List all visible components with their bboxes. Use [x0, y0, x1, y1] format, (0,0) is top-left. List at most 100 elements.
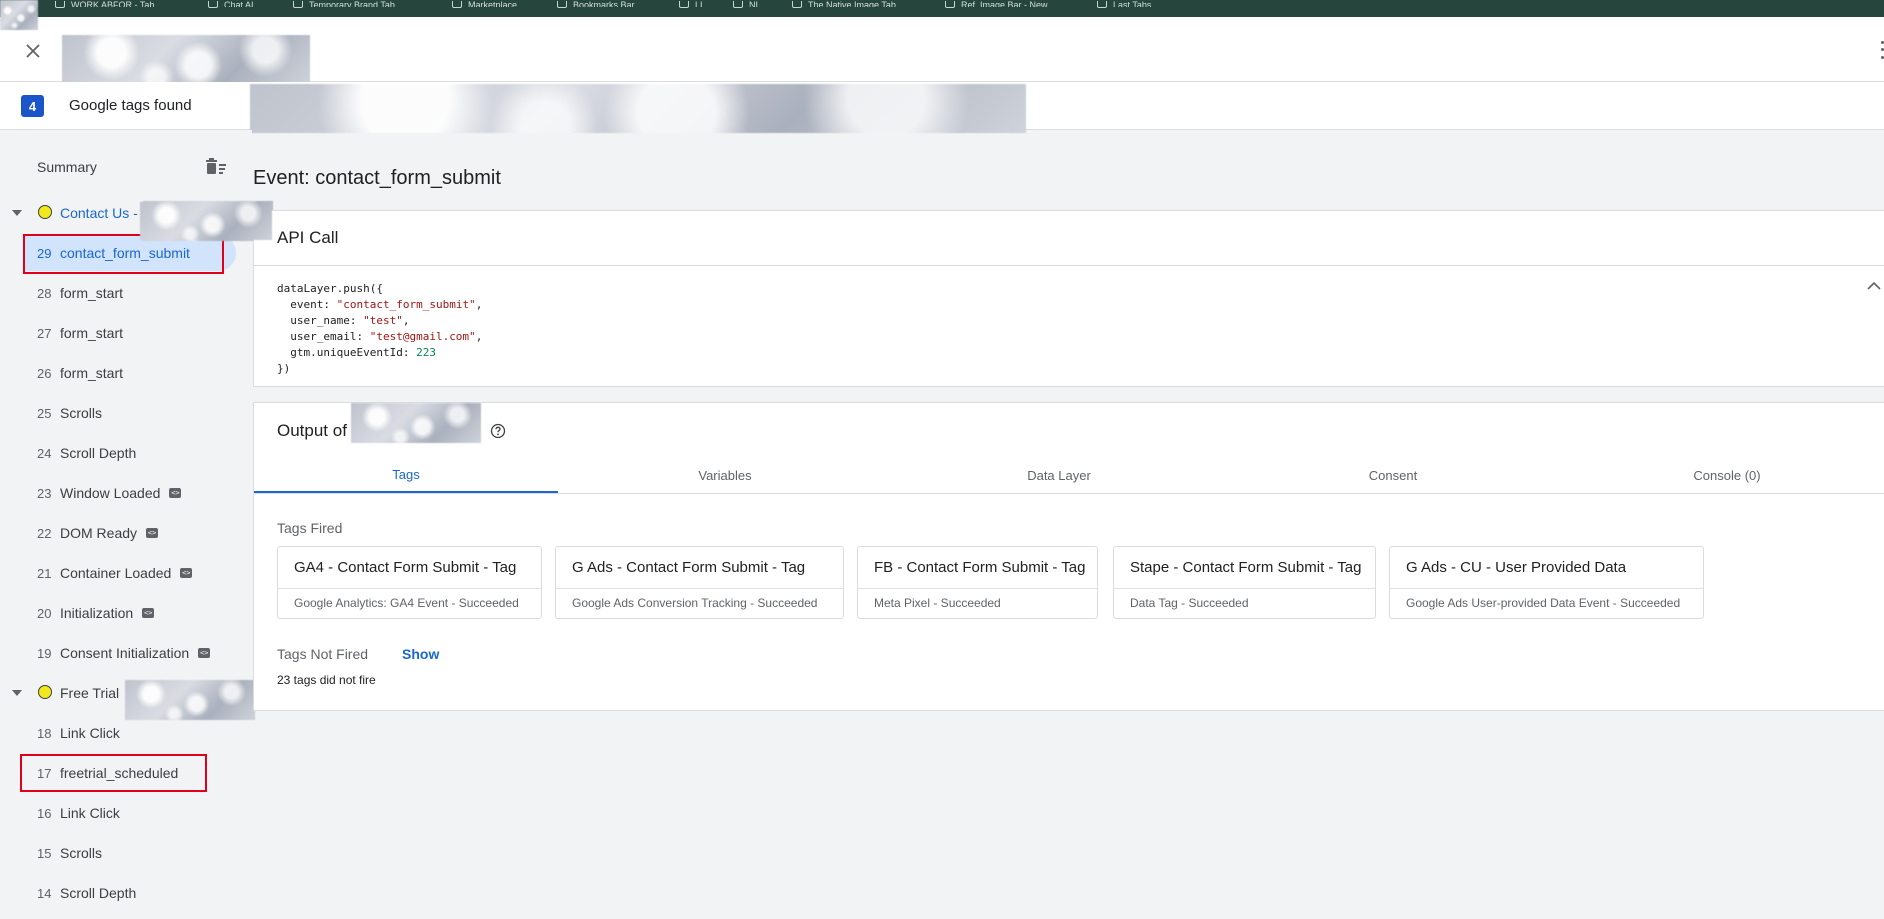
bookmark-item[interactable]: Bookmarks Bar — [557, 0, 635, 8]
event-row[interactable]: 20 Initialization <> — [24, 595, 236, 631]
tag-count-badge[interactable]: 4 — [21, 95, 44, 117]
help-icon[interactable] — [490, 423, 506, 439]
bookmark-item[interactable]: NI — [733, 0, 758, 8]
event-row[interactable]: 15 Scrolls — [24, 835, 236, 871]
event-row[interactable]: 25 Scrolls — [24, 395, 236, 431]
code-key: event: — [277, 298, 337, 311]
code-value: "contact_form_submit" — [336, 298, 476, 311]
tag-status: Google Ads Conversion Tracking - Succeed… — [572, 596, 818, 610]
close-button[interactable] — [22, 40, 44, 62]
event-row[interactable]: 19 Consent Initialization <> — [24, 635, 236, 671]
code-close: }) — [277, 362, 291, 375]
redacted-container-id — [351, 403, 481, 443]
divider — [254, 265, 1884, 266]
event-name: form_start — [60, 325, 124, 341]
bookmark-item[interactable]: Temporary Brand Tab — [293, 0, 395, 8]
bookmark-label: Temporary Brand Tab — [309, 1, 395, 7]
event-name: Scrolls — [60, 845, 103, 861]
bookmark-label: Ref. Image Bar - New — [961, 1, 1048, 7]
tags-fired-label: Tags Fired — [277, 520, 343, 536]
api-code-icon: <> — [198, 648, 211, 658]
event-name: contact_form_submit — [60, 245, 190, 261]
tab-console-0[interactable]: Console (0) — [1560, 457, 1884, 493]
code-punct: , — [475, 298, 483, 311]
event-row[interactable]: 14 Scroll Depth — [24, 875, 236, 911]
tab-variables[interactable]: Variables — [558, 457, 892, 493]
event-name: DOM Ready — [60, 525, 138, 541]
event-name: Scrolls — [60, 405, 103, 421]
tag-card[interactable]: Stape - Contact Form Submit - Tag Data Ta… — [1113, 546, 1376, 619]
summary-link[interactable]: Summary — [37, 159, 97, 175]
tag-name: Stape - Contact Form Submit - Tag — [1130, 559, 1362, 576]
bookmark-item[interactable]: Chat AI — [208, 0, 254, 8]
event-row[interactable]: 24 Scroll Depth — [24, 435, 236, 471]
bookmark-item[interactable]: The Native Image Tab — [792, 0, 896, 8]
api-call-card: API Call dataLayer.push({ event: "contac… — [253, 210, 1884, 387]
output-card: Output of Tags Variables Data Layer Consent… — [253, 402, 1884, 711]
event-number: 25 — [37, 405, 52, 421]
event-row[interactable]: 28 form_start — [24, 275, 236, 311]
folder-icon — [452, 0, 462, 8]
folder-icon — [557, 0, 567, 8]
tags-found-label[interactable]: Google tags found — [69, 97, 192, 114]
event-row[interactable]: 23 Window Loaded <> — [24, 475, 236, 511]
bookmark-item[interactable]: Last Tabs — [1097, 0, 1151, 8]
bookmark-item[interactable]: WORK ABFOR - Tab — [55, 0, 154, 8]
folder-icon — [1097, 0, 1107, 8]
bookmark-item[interactable]: Ref. Image Bar - New — [945, 0, 1048, 8]
event-row[interactable]: 18 Link Click — [24, 715, 236, 751]
tag-card[interactable]: GA4 - Contact Form Submit - Tag Google An… — [277, 546, 542, 619]
event-row[interactable]: 26 form_start — [24, 355, 236, 391]
container-status-dot — [38, 685, 52, 699]
bookmark-label: The Native Image Tab — [808, 1, 896, 7]
bookmark-label: Bookmarks Bar — [573, 1, 635, 7]
output-title: Output of — [277, 421, 347, 440]
chevron-up-icon[interactable] — [1867, 281, 1881, 291]
event-number: 14 — [37, 885, 52, 901]
bookmark-label: Last Tabs — [1113, 1, 1152, 7]
event-row[interactable]: 21 Container Loaded <> — [24, 555, 236, 591]
divider — [1114, 588, 1375, 589]
divider — [278, 588, 541, 589]
event-row[interactable]: 27 form_start — [24, 315, 236, 351]
event-name: Container Loaded — [60, 565, 172, 581]
event-number: 16 — [37, 805, 52, 821]
redacted-corner — [0, 0, 38, 30]
event-name: form_start — [60, 365, 124, 381]
tags-found-bar: 4 Google tags found — [0, 82, 1884, 133]
event-name: Initialization — [60, 605, 134, 621]
more-vert-icon[interactable] — [1878, 39, 1884, 61]
tab-tags[interactable]: Tags — [254, 457, 558, 493]
bookmark-item[interactable]: Marketplace — [452, 0, 517, 8]
bookmark-label: NI — [749, 1, 758, 7]
api-code-icon: <> — [180, 568, 193, 578]
close-icon — [26, 44, 40, 58]
divider — [556, 588, 843, 589]
bookmark-label: Chat AI — [224, 1, 254, 7]
folder-icon — [792, 0, 802, 8]
delete-sweep-icon[interactable] — [205, 157, 227, 177]
event-number: 21 — [37, 565, 52, 581]
divider — [858, 588, 1097, 589]
bookmark-item[interactable]: LI — [679, 0, 703, 8]
code-open: dataLayer.push({ — [277, 282, 383, 295]
tag-card[interactable]: FB - Contact Form Submit - Tag Meta Pixel… — [857, 546, 1098, 619]
caret-down-icon[interactable] — [12, 210, 22, 216]
event-number: 15 — [37, 845, 52, 861]
event-number: 23 — [37, 485, 52, 501]
tab-data-layer[interactable]: Data Layer — [892, 457, 1226, 493]
event-name: Scroll Depth — [60, 445, 137, 461]
event-number: 22 — [37, 525, 52, 541]
event-name: Consent Initialization — [60, 645, 190, 661]
tag-card[interactable]: G Ads - Contact Form Submit - Tag Google … — [555, 546, 844, 619]
event-row[interactable]: 22 DOM Ready <> — [24, 515, 236, 551]
event-name: freetrial_scheduled — [60, 765, 179, 781]
caret-down-icon[interactable] — [12, 690, 22, 696]
tag-card[interactable]: G Ads - CU - User Provided Data Google Ad… — [1389, 546, 1704, 619]
tab-consent[interactable]: Consent — [1226, 457, 1560, 493]
redacted-tag-ids — [250, 84, 1026, 133]
event-row[interactable]: 16 Link Click — [24, 795, 236, 831]
show-not-fired-link[interactable]: Show — [402, 646, 439, 662]
app-header — [0, 17, 1884, 85]
event-row[interactable]: 17 freetrial_scheduled — [24, 755, 236, 791]
